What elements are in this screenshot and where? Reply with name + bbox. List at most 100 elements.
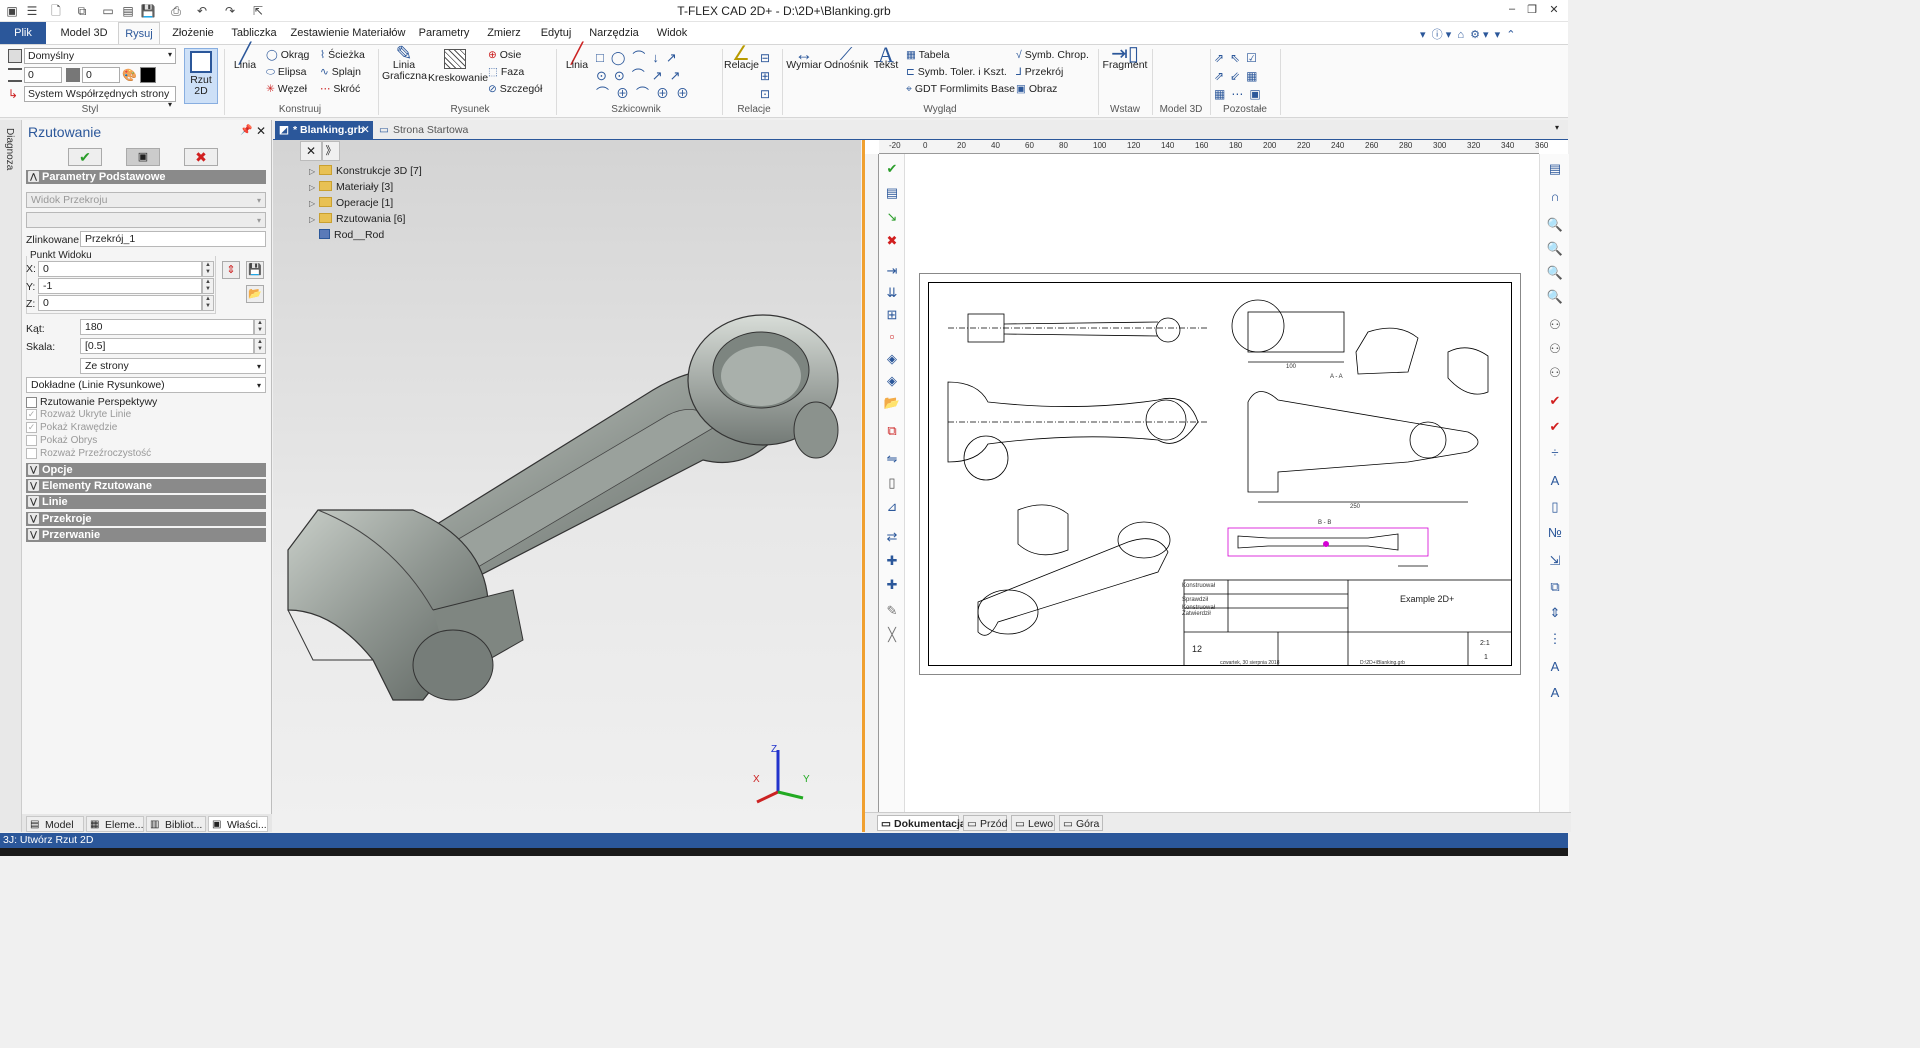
gdt-button[interactable]: ⌖ GDT Formlimits Base [906,83,1015,96]
viewport-2d[interactable]: -20 0 20 40 60 80 100 120 140 160 180 200 220 240 260 2… [862,140,1571,832]
checkbox-rzutowanie-perspektywy[interactable]: Rzutowanie Perspektywy [26,396,157,408]
numbering-icon[interactable]: № [1544,522,1566,544]
tab-library[interactable]: ▥ Bibliot... [146,816,206,832]
tabs-dropdown-icon[interactable]: ▾ [1555,123,1559,132]
spacing-icon[interactable]: ⇕ [1544,602,1566,624]
preview-button[interactable]: ▣ [126,148,160,166]
tab-blanking[interactable]: ◩ * Blanking.grb ✕ [275,121,373,140]
divide-icon[interactable]: ÷ [1544,442,1566,464]
zoom-in-icon[interactable]: 🔍 [1544,238,1566,260]
priority-input[interactable]: 0 [82,67,120,83]
section-przerwanie[interactable]: ⋁ Przerwanie [26,528,266,542]
copy-icon[interactable]: ⧉ [881,420,903,442]
pen-icon[interactable]: ✎ [881,600,903,622]
sheet-tab-lewo[interactable]: ▭ Lewo [1011,815,1055,831]
x-field[interactable]: 0 [38,261,202,277]
sciezka-button[interactable]: ⌇ Ścieżka [320,49,365,61]
wymiar-button[interactable]: ↔ Wymiar [786,45,822,71]
z-spinner[interactable]: ▲ ▼ [202,295,214,311]
minimize-button[interactable]: – [1502,3,1522,19]
fragment-button[interactable]: ⇥▯ Fragment [1102,44,1148,71]
tab-rysuj[interactable]: Rysuj [118,22,160,44]
diagnoza-tab[interactable]: Diagnoza [4,128,15,170]
cross-icon[interactable]: ╳ [881,624,903,646]
tab-tabliczka[interactable]: Tabliczka [228,22,280,44]
viewport-3d[interactable]: ✕ 》 ▷ Konstrukcje 3D [7] ▷ Materiały [3] ▷… [273,140,861,832]
tab-elements[interactable]: ▦ Eleme... [86,816,144,832]
kat-spinner[interactable]: ▲ ▼ [254,319,266,335]
przekroj-button[interactable]: ⅃ Przekrój [1016,66,1063,78]
maximize-button[interactable]: ❐ [1522,3,1542,19]
tab-model-tree[interactable]: ▤Model ... [26,816,84,847]
zoom-icon[interactable]: 🔍 [1544,214,1566,236]
split-icon[interactable]: ⇄ [881,526,903,548]
section-linie[interactable]: ⋁ Linie [26,495,266,509]
rzut-2d-button[interactable]: Rzut 2D [184,48,218,104]
kreskowanie-button[interactable]: Kreskowanie [428,49,488,84]
sheet-tab-gora[interactable]: ▭ Góra [1059,815,1103,831]
tab-plik[interactable]: Plik [0,22,46,44]
faza-button[interactable]: ⬚ Faza [488,66,524,78]
mirror-icon[interactable]: ⇋ [881,448,903,470]
color-palette-icon[interactable]: 🎨 [122,68,137,82]
magnet-icon[interactable]: ∩ [1544,186,1566,208]
snap-icon[interactable]: ⇊ [881,282,903,304]
help-controls[interactable]: ▾ ⓘ ▾ ⌂ ⚙ ▾ ▾ ⌃ [1420,26,1515,42]
x-spinner[interactable]: ▲ ▼ [202,261,214,277]
sketch-tools[interactable]: □◯⌒↓↗ ⊙⊙⌒↗↗ ⌒⊕⌒⊕⊕ [596,49,714,103]
parameters-icon[interactable]: ▤ [881,182,903,204]
box-icon[interactable]: ▫ [881,326,903,348]
skroc-button[interactable]: ⋯ Skróć [320,83,360,95]
cube2-icon[interactable]: ◈ [881,370,903,392]
cancel-button[interactable]: ✖ [184,148,218,166]
grid-icon[interactable]: ⊞ [881,304,903,326]
tab-properties[interactable]: ▣ Właści... [208,816,268,832]
color-swatch[interactable] [140,67,156,83]
relations-tools[interactable]: ⊟ ⊞ ⊡ [760,49,770,103]
symb-chrop-button[interactable]: √ Symb. Chrop. [1016,49,1089,61]
distribute-icon[interactable]: ⋮ [1544,628,1566,650]
tab-widok[interactable]: Widok [650,22,694,44]
kat-field[interactable]: 180 [80,319,254,335]
tab-zlozenie[interactable]: Złożenie [168,22,218,44]
check-cube-icon[interactable]: ✔ [1544,390,1566,412]
cancel-icon[interactable]: ✖ [881,230,903,252]
text-style-icon[interactable]: A [1544,470,1566,492]
tab-model-3d[interactable]: Model 3D [56,22,112,44]
section-parametry-podstawowe[interactable]: ⋀ Parametry Podstawowe [26,170,266,184]
dokladne-select[interactable]: Dokładne (Linie Rysunkowe) ▾ [26,377,266,393]
y-field[interactable]: -1 [38,278,202,294]
glasses-icon[interactable]: ⚇ [1544,314,1566,336]
wezel-button[interactable]: ✳ Węzeł [266,83,307,95]
splajn-button[interactable]: ∿ Splajn [320,66,361,78]
export-icon-r[interactable]: ⇲ [1544,550,1566,572]
zoom-out-icon[interactable]: 🔍 [1544,262,1566,284]
level-input[interactable]: 0 [24,67,62,83]
ze-strony-select[interactable]: Ze strony ▾ [80,358,266,374]
glasses3-icon[interactable]: ⚇ [1544,362,1566,384]
relacje-button[interactable]: ∠ Relacje [724,44,759,71]
section-przekroje[interactable]: ⋁ Przekroje [26,512,266,526]
coord-system-select[interactable]: System Współrzędnych strony ▾ [24,86,176,109]
cube-icon[interactable]: ◈ [881,348,903,370]
zlinkowane-field[interactable]: Przekrój_1 [80,231,266,247]
check-cube2-icon[interactable]: ✔ [1544,416,1566,438]
elipsa-button[interactable]: ⬭ Elipsa [266,66,307,79]
odnosnik-button[interactable]: ⟋ Odnośnik [824,45,868,71]
open-view-button[interactable]: 📂 [246,285,264,303]
tekst-button[interactable]: A Tekst [870,44,902,71]
page-setup-icon[interactable]: ▯ [1544,496,1566,518]
next-icon[interactable]: ↘ [881,206,903,228]
szczegol-button[interactable]: ⊘ Szczegół [488,83,542,95]
y-spinner[interactable]: ▲ ▼ [202,278,214,294]
tab-edytuj[interactable]: Edytuj [534,22,578,44]
sheet-tab-przod[interactable]: ▭ Przód [963,815,1007,831]
skala-spinner[interactable]: ▲ ▼ [254,338,266,354]
symb-toler-button[interactable]: ⊏ Symb. Toler. i Kszt. [906,66,1007,78]
text-a-icon[interactable]: A [1544,656,1566,678]
style-select[interactable]: Domyślny ▾ [24,48,176,64]
obraz-button[interactable]: ▣ Obraz [1016,83,1057,95]
tab-start-page[interactable]: ▭ Strona Startowa [377,121,477,140]
pin-icon[interactable]: 📌 [240,125,252,136]
panel-close-icon[interactable]: ✕ [256,124,266,138]
